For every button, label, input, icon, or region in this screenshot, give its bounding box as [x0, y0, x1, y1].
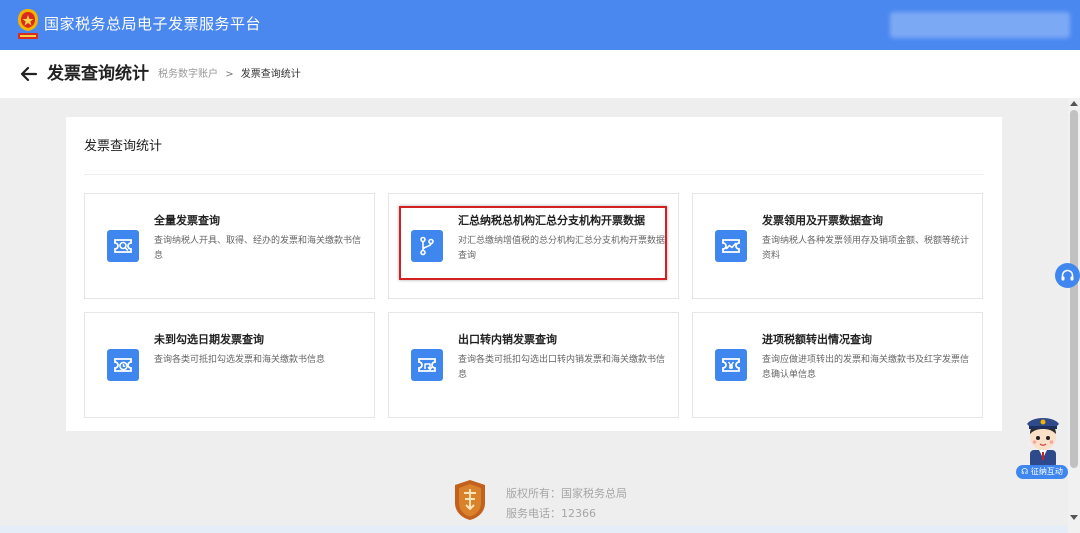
trend-chart-icon	[715, 230, 747, 262]
search-document-icon	[107, 230, 139, 262]
divider	[84, 174, 984, 175]
assistant-label-button[interactable]: ☊ 征纳互动	[1016, 465, 1068, 479]
card-invoice-usage-data[interactable]: 发票领用及开票数据查询 查询纳税人各种发票领用存及销项金额、税额等统计资料	[692, 193, 983, 299]
return-document-icon	[411, 349, 443, 381]
footer-copyright: 版权所有：国家税务总局	[506, 487, 627, 500]
breadcrumb-item-current: 发票查询统计	[240, 69, 301, 80]
tax-seal-logo-icon	[455, 480, 485, 520]
panel-title: 发票查询统计	[84, 139, 163, 154]
breadcrumb-separator: >	[225, 69, 234, 80]
breadcrumb: 税务数字账户 > 发票查询统计	[158, 68, 301, 82]
headset-icon: ☊	[1021, 467, 1029, 476]
card-description: 查询应做进项转出的发票和海关缴款书及红字发票信息确认单信息	[762, 355, 970, 380]
card-title: 发票领用及开票数据查询	[762, 214, 883, 227]
headset-icon	[1061, 269, 1074, 281]
card-consolidated-billing-data[interactable]: 汇总纳税总机构汇总分支机构开票数据 对汇总缴纳增值税的总分机构汇总分支机构开票数…	[388, 193, 679, 299]
card-pending-selection-query[interactable]: 未到勾选日期发票查询 查询各类可抵扣勾选发票和海关缴款书信息	[84, 312, 375, 418]
sub-header: 发票查询统计 税务数字账户 > 发票查询统计	[0, 50, 1080, 98]
card-title: 汇总纳税总机构汇总分支机构开票数据	[458, 214, 645, 227]
card-full-invoice-query[interactable]: 全量发票查询 查询纳税人开具、取得、经办的发票和海关缴款书信息	[84, 193, 375, 299]
card-description: 查询各类可抵扣勾选发票和海关缴款书信息	[154, 355, 326, 365]
top-bar: 国家税务总局电子发票服务平台	[0, 0, 1080, 50]
card-description: 查询各类可抵扣勾选出口转内销发票和海关缴款书信息	[458, 355, 666, 380]
clock-document-icon	[107, 349, 139, 381]
card-description: 查询纳税人各种发票领用存及销项金额、税额等统计资料	[762, 236, 970, 261]
back-arrow-icon[interactable]	[19, 65, 39, 83]
scroll-thumb[interactable]	[1070, 110, 1078, 468]
platform-title: 国家税务总局电子发票服务平台	[44, 15, 262, 33]
yen-document-icon	[715, 349, 747, 381]
branch-icon	[411, 230, 443, 262]
footer-service-phone: 服务电话：12366	[506, 507, 596, 520]
breadcrumb-item-tax-account[interactable]: 税务数字账户	[158, 69, 218, 80]
card-description: 查询纳税人开具、取得、经办的发票和海关缴款书信息	[154, 236, 362, 261]
card-title: 进项税额转出情况查询	[762, 333, 872, 346]
card-description: 对汇总缴纳增值税的总分机构汇总分支机构开票数据查询	[458, 236, 666, 261]
footer-info: 版权所有：国家税务总局 服务电话：12366	[506, 484, 627, 524]
tax-emblem-icon	[18, 9, 38, 39]
headset-support-button[interactable]	[1055, 263, 1080, 288]
scrollbar[interactable]	[1068, 98, 1080, 533]
card-input-tax-transfer-query[interactable]: 进项税额转出情况查询 查询应做进项转出的发票和海关缴款书及红字发票信息确认单信息	[692, 312, 983, 418]
bottom-strip	[0, 526, 1068, 533]
user-info-blurred[interactable]	[890, 12, 1070, 38]
scroll-up-arrow-icon[interactable]	[1070, 101, 1078, 106]
scroll-down-arrow-icon[interactable]	[1070, 515, 1078, 520]
card-title: 未到勾选日期发票查询	[154, 333, 264, 346]
card-export-to-domestic-query[interactable]: 出口转内销发票查询 查询各类可抵扣勾选出口转内销发票和海关缴款书信息	[388, 312, 679, 418]
card-title: 全量发票查询	[154, 214, 220, 227]
page-title: 发票查询统计	[47, 64, 149, 84]
assistant-label: 征纳互动	[1030, 467, 1063, 476]
tax-officer-mascot-icon[interactable]	[1018, 412, 1068, 468]
card-title: 出口转内销发票查询	[458, 333, 557, 346]
